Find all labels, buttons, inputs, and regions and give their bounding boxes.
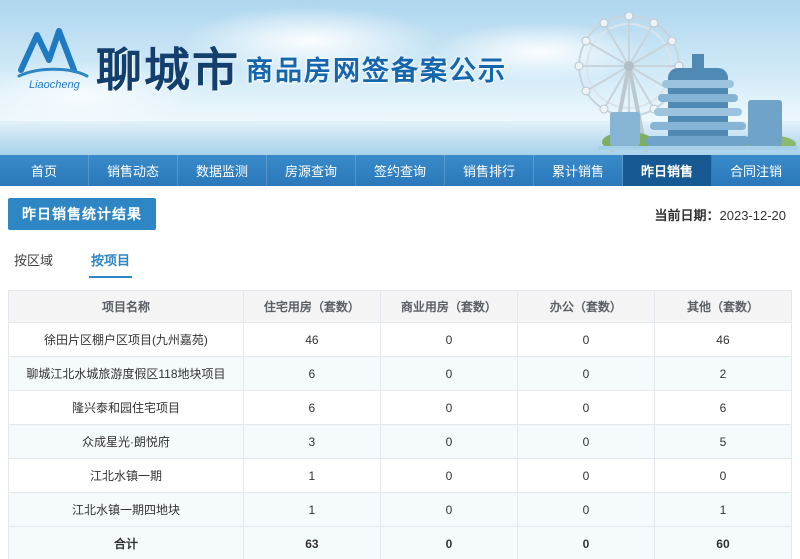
- table-cell: 2: [653, 356, 793, 391]
- column-header: 项目名称: [8, 290, 244, 323]
- table-cell: 0: [516, 492, 655, 527]
- table-cell: 0: [379, 356, 518, 391]
- table-cell: 6: [242, 356, 381, 391]
- table-row: 江北水镇一期四地块 1 0 0 1: [8, 492, 793, 527]
- table-cell: 6: [653, 390, 793, 425]
- table-cell: 江北水镇一期四地块: [8, 492, 244, 527]
- table-cell: 众成星光·朗悦府: [8, 424, 244, 459]
- nav-item-5[interactable]: 销售排行: [445, 155, 534, 186]
- banner-title: 聊城市 商品房网签备案公示: [96, 34, 507, 100]
- table-cell: 3: [242, 424, 381, 459]
- current-date-value: 2023-12-20: [719, 207, 787, 223]
- table-row: 聊城江北水城旅游度假区118地块项目 6 0 0 2: [8, 356, 793, 391]
- table-cell: 0: [653, 458, 793, 493]
- table-cell: 0: [379, 458, 518, 493]
- nav-item-1[interactable]: 销售动态: [89, 155, 178, 186]
- table-header: 项目名称 住宅用房（套数） 商业用房（套数） 办公（套数） 其他（套数）: [8, 290, 793, 323]
- table-row: 众成星光·朗悦府 3 0 0 5: [8, 424, 793, 459]
- nav-item-6[interactable]: 累计销售: [534, 155, 623, 186]
- sales-table: 项目名称 住宅用房（套数） 商业用房（套数） 办公（套数） 其他（套数） 徐田片区棚户区…: [8, 290, 793, 559]
- current-date-label: 当前日期：: [654, 207, 720, 223]
- table-cell: 60: [653, 526, 793, 559]
- nav-item-3[interactable]: 房源查询: [267, 155, 356, 186]
- table-cell: 徐田片区棚户区项目(九州嘉苑): [8, 322, 244, 357]
- table-cell: 46: [242, 322, 381, 357]
- table-cell: 0: [379, 492, 518, 527]
- column-header: 办公（套数）: [516, 290, 655, 323]
- main-nav: 首页 销售动态 数据监测 房源查询 签约查询 销售排行 累计销售 昨日销售 合同注销: [0, 155, 800, 186]
- table-cell: 1: [242, 492, 381, 527]
- logo-text: Liaocheng: [29, 79, 81, 91]
- table-cell: 1: [653, 492, 793, 527]
- site-logo: Liaocheng: [16, 26, 90, 97]
- current-date: 当前日期：2023-12-20: [654, 205, 792, 224]
- table-cell: 0: [516, 424, 655, 459]
- table-cell: 隆兴泰和园住宅项目: [8, 390, 244, 425]
- table-cell: 0: [516, 322, 655, 357]
- table-cell: 0: [516, 458, 655, 493]
- site-name: 聊城市: [96, 43, 240, 97]
- table-cell: 0: [516, 390, 655, 425]
- column-header: 住宅用房（套数）: [242, 290, 381, 323]
- nav-item-7[interactable]: 昨日销售: [623, 155, 712, 186]
- table-cell: 46: [653, 322, 793, 357]
- total-row: 合计 63 0 0 60: [8, 526, 793, 559]
- table-cell: 江北水镇一期: [8, 458, 244, 493]
- table-cell: 0: [516, 356, 655, 391]
- table-cell: 1: [242, 458, 381, 493]
- nav-item-2[interactable]: 数据监测: [178, 155, 267, 186]
- tab-0[interactable]: 按区域: [12, 246, 55, 278]
- table-row: 隆兴泰和园住宅项目 6 0 0 6: [8, 390, 793, 425]
- table-cell: 6: [242, 390, 381, 425]
- site-subtitle: 商品房网签备案公示: [246, 56, 507, 86]
- table-row: 江北水镇一期 1 0 0 0: [8, 458, 793, 493]
- site-banner: Liaocheng 聊城市 商品房网签备案公示: [0, 0, 800, 155]
- building-illustration: [598, 50, 798, 155]
- table-body: 徐田片区棚户区项目(九州嘉苑) 46 0 0 46 聊城江北水城旅游度假区118地块项目 6…: [8, 322, 793, 559]
- table-cell: 0: [516, 526, 655, 559]
- table-cell: 合计: [8, 526, 244, 559]
- column-header: 商业用房（套数）: [379, 290, 518, 323]
- table-cell: 63: [242, 526, 381, 559]
- table-cell: 0: [379, 390, 518, 425]
- tab-1[interactable]: 按项目: [89, 246, 133, 278]
- nav-item-8[interactable]: 合同注销: [712, 155, 800, 186]
- view-tabs: 按区域 按项目: [12, 246, 788, 278]
- table-cell: 0: [379, 322, 518, 357]
- column-header: 其他（套数）: [653, 290, 793, 323]
- nav-item-0[interactable]: 首页: [0, 155, 89, 186]
- table-row: 徐田片区棚户区项目(九州嘉苑) 46 0 0 46: [8, 322, 793, 357]
- nav-item-4[interactable]: 签约查询: [356, 155, 445, 186]
- page-title: 昨日销售统计结果: [8, 198, 156, 230]
- table-cell: 5: [653, 424, 793, 459]
- content-area: 昨日销售统计结果 当前日期：2023-12-20 按区域 按项目 项目名称 住宅用房…: [0, 186, 800, 559]
- table-cell: 聊城江北水城旅游度假区118地块项目: [8, 356, 244, 391]
- table-cell: 0: [379, 424, 518, 459]
- table-cell: 0: [379, 526, 518, 559]
